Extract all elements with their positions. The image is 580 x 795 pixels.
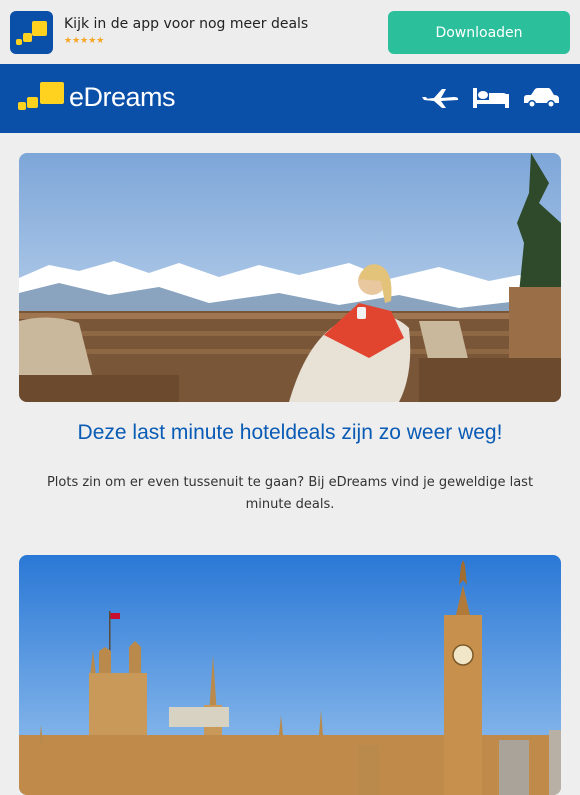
site-header: eDreams xyxy=(0,64,580,133)
car-icon[interactable] xyxy=(522,86,560,110)
plane-icon[interactable] xyxy=(422,86,459,110)
app-banner: Kijk in de app voor nog meer deals ★★★★★… xyxy=(0,0,580,64)
hero-image-london[interactable] xyxy=(19,555,561,795)
brand-name: eDreams xyxy=(69,82,176,112)
intro-text: Plots zin om er even tussenuit te gaan? … xyxy=(46,475,534,512)
page-title: Deze last minute hoteldeals zijn zo weer… xyxy=(77,421,503,444)
rating-stars: ★★★★★ xyxy=(64,36,105,46)
hero-image-mountain-terrace[interactable] xyxy=(19,153,561,402)
bed-icon[interactable] xyxy=(472,86,510,110)
download-button[interactable]: Downloaden xyxy=(388,11,570,54)
edreams-app-icon[interactable] xyxy=(10,11,53,54)
edreams-logo[interactable]: eDreams xyxy=(18,82,188,114)
app-banner-text: Kijk in de app voor nog meer deals xyxy=(64,16,309,32)
